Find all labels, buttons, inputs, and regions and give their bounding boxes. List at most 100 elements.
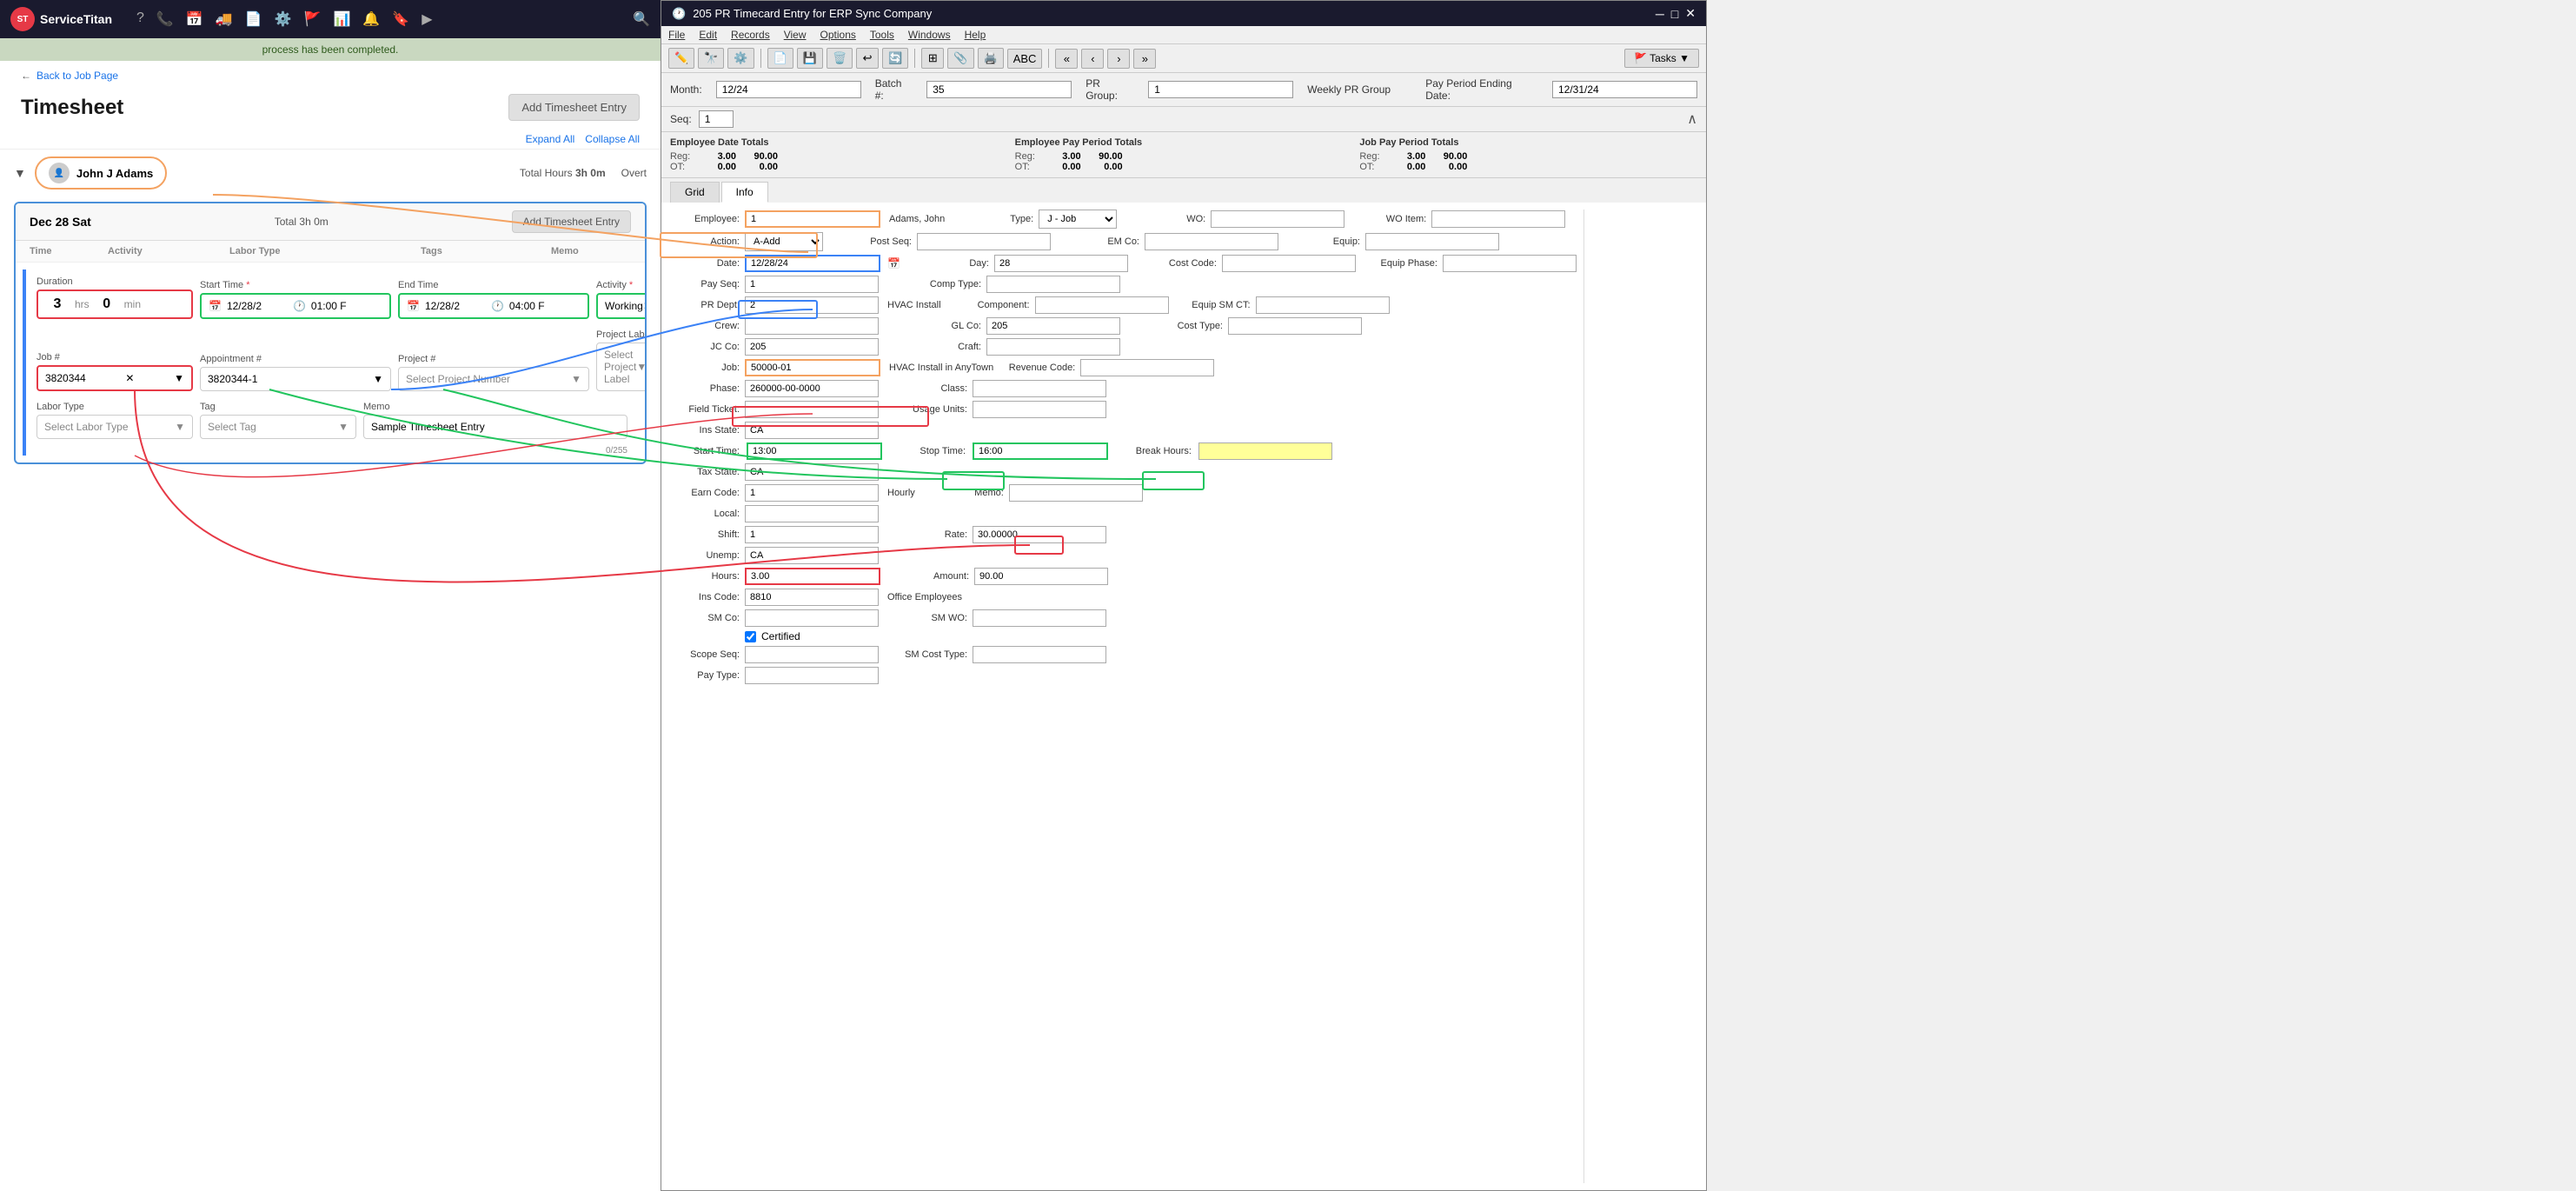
break-hours-input[interactable]: [1198, 442, 1332, 460]
date-input-erp[interactable]: [745, 255, 880, 272]
phase-input[interactable]: [745, 380, 879, 397]
menu-help[interactable]: Help: [965, 29, 986, 41]
equip-input[interactable]: [1365, 233, 1499, 250]
field-ticket-input[interactable]: [745, 401, 879, 418]
local-input[interactable]: [745, 505, 879, 522]
pr-group-input[interactable]: [1148, 81, 1293, 98]
maximize-button[interactable]: □: [1671, 6, 1678, 21]
menu-file[interactable]: File: [668, 29, 685, 41]
usage-units-input[interactable]: [973, 401, 1106, 418]
search-icon[interactable]: 🔍: [633, 10, 650, 28]
hours-input[interactable]: [745, 568, 880, 585]
start-time-field[interactable]: 📅 🕐: [200, 293, 391, 319]
employee-badge[interactable]: 👤 John J Adams: [35, 156, 167, 190]
menu-view[interactable]: View: [784, 29, 807, 41]
project-label-dropdown-icon[interactable]: ▼: [636, 361, 647, 373]
start-date-input[interactable]: [227, 300, 288, 312]
ins-code-input[interactable]: [745, 589, 879, 606]
labor-type-field[interactable]: Select Labor Type ▼: [37, 415, 193, 439]
rate-input[interactable]: [973, 526, 1106, 543]
em-co-input[interactable]: [1145, 233, 1278, 250]
menu-options[interactable]: Options: [820, 29, 856, 41]
tasks-button[interactable]: 🚩 Tasks ▼: [1624, 49, 1699, 68]
seq-input[interactable]: [699, 110, 734, 128]
tab-grid[interactable]: Grid: [670, 182, 720, 203]
project-label-field[interactable]: Select Project Label ▼: [596, 343, 647, 391]
cost-code-input[interactable]: [1222, 255, 1356, 272]
chart-icon[interactable]: 📊: [333, 10, 350, 28]
binoculars-btn[interactable]: 🔭: [698, 48, 724, 69]
tax-state-input[interactable]: [745, 463, 879, 481]
attach-btn[interactable]: 📎: [947, 48, 973, 69]
delete-btn[interactable]: 🗑️: [827, 48, 853, 69]
amount-input[interactable]: [974, 568, 1108, 585]
labor-type-dropdown-icon[interactable]: ▼: [175, 421, 185, 433]
job-clear-icon[interactable]: ✕: [125, 372, 134, 384]
minimize-button[interactable]: ─: [1656, 6, 1664, 21]
add-timesheet-button[interactable]: Add Timesheet Entry: [508, 94, 640, 121]
nav-prev-btn[interactable]: ‹: [1081, 49, 1104, 69]
activity-field[interactable]: Working ✕ ▼: [596, 293, 647, 319]
duration-mins-input[interactable]: [95, 296, 119, 312]
nav-next-btn[interactable]: ›: [1107, 49, 1130, 69]
employee-collapse-arrow[interactable]: ▼: [14, 166, 26, 180]
jc-co-input[interactable]: [745, 338, 879, 356]
post-seq-input[interactable]: [917, 233, 1051, 250]
component-input[interactable]: [1035, 296, 1169, 314]
sm-co-input[interactable]: [745, 609, 879, 627]
gl-co-input[interactable]: [986, 317, 1120, 335]
earn-code-input[interactable]: [745, 484, 879, 502]
spell-btn[interactable]: ABC: [1007, 49, 1043, 69]
duration-field[interactable]: hrs min: [37, 289, 193, 319]
equip-phase-input[interactable]: [1443, 255, 1577, 272]
pr-dept-input[interactable]: [745, 296, 879, 314]
appointment-dropdown-icon[interactable]: ▼: [373, 373, 383, 385]
day-input[interactable]: [994, 255, 1128, 272]
activity-clear-icon[interactable]: ✕: [643, 300, 647, 312]
certified-checkbox[interactable]: [745, 631, 756, 642]
date-calendar-icon[interactable]: 📅: [887, 257, 900, 269]
new-btn[interactable]: 📄: [767, 48, 793, 69]
nav-last-btn[interactable]: »: [1133, 49, 1156, 69]
tab-info[interactable]: Info: [721, 182, 768, 203]
crew-input[interactable]: [745, 317, 879, 335]
appointment-field[interactable]: 3820344-1 ▼: [200, 367, 391, 391]
revenue-code-input[interactable]: [1080, 359, 1214, 376]
cost-type-input[interactable]: [1228, 317, 1362, 335]
shift-input[interactable]: [745, 526, 879, 543]
seq-collapse-button[interactable]: ∧: [1687, 110, 1697, 128]
video-icon[interactable]: ▶: [422, 10, 432, 28]
undo-btn[interactable]: ↩: [856, 48, 879, 69]
craft-input[interactable]: [986, 338, 1120, 356]
job-field[interactable]: 3820344 ✕ ▼: [37, 365, 193, 391]
class-input[interactable]: [973, 380, 1106, 397]
menu-edit[interactable]: Edit: [699, 29, 717, 41]
pay-type-input[interactable]: [745, 667, 879, 684]
unemp-input[interactable]: [745, 547, 879, 564]
end-time-input[interactable]: [509, 300, 570, 312]
phone-icon[interactable]: 📞: [156, 10, 174, 28]
ins-state-input[interactable]: [745, 422, 879, 439]
employee-input[interactable]: [745, 210, 880, 228]
action-dropdown[interactable]: A-Add: [745, 232, 823, 251]
project-number-dropdown-icon[interactable]: ▼: [571, 373, 581, 385]
end-date-input[interactable]: [425, 300, 486, 312]
scope-seq-input[interactable]: [745, 646, 879, 663]
month-input[interactable]: [716, 81, 861, 98]
wo-input[interactable]: [1211, 210, 1344, 228]
print-btn[interactable]: 🖨️: [978, 48, 1004, 69]
type-dropdown[interactable]: J - Job: [1039, 210, 1117, 229]
start-time-input-erp[interactable]: [747, 442, 882, 460]
start-time-input[interactable]: [311, 300, 372, 312]
calendar-nav-icon[interactable]: 📅: [186, 10, 203, 28]
sm-wo-input[interactable]: [973, 609, 1106, 627]
stop-time-input[interactable]: [973, 442, 1108, 460]
batch-input[interactable]: [926, 81, 1072, 98]
menu-tools[interactable]: Tools: [870, 29, 894, 41]
menu-windows[interactable]: Windows: [908, 29, 951, 41]
edit-toolbar-btn[interactable]: ✏️: [668, 48, 694, 69]
equip-sm-ct-input[interactable]: [1256, 296, 1390, 314]
job-input-erp[interactable]: [745, 359, 880, 376]
tag-dropdown-icon[interactable]: ▼: [338, 421, 349, 433]
help-icon[interactable]: ?: [136, 10, 144, 28]
